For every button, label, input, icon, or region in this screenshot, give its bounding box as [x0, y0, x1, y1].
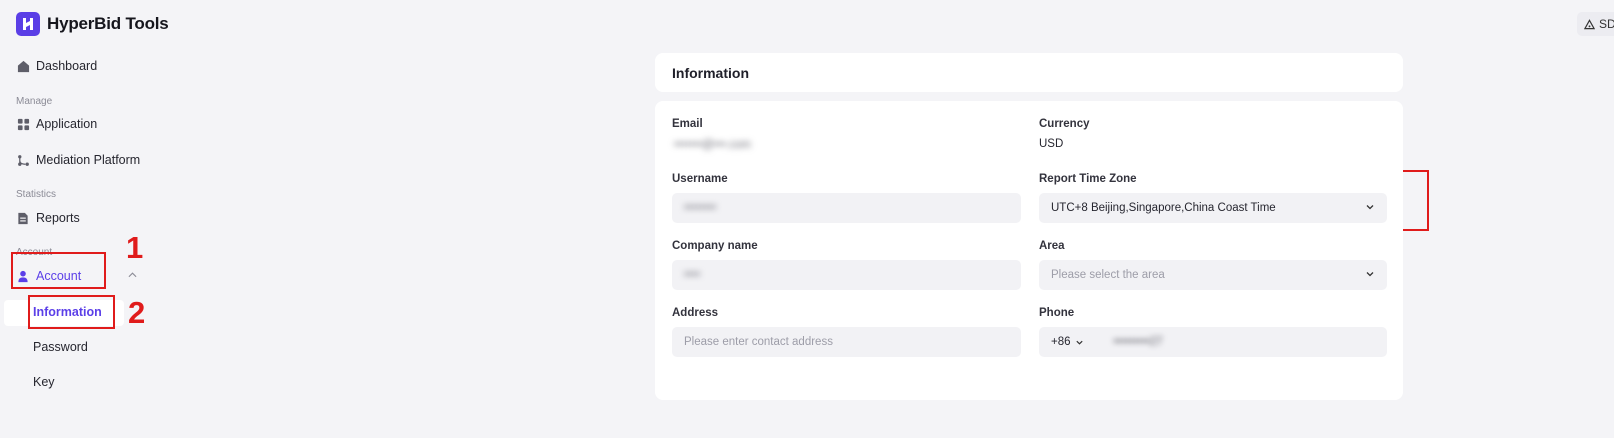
app-logo[interactable]: HyperBid Tools: [16, 12, 169, 36]
annotation-box-1: [11, 252, 106, 289]
annotation-number-2: 2: [128, 295, 146, 330]
sidebar-item-label: Mediation Platform: [36, 153, 141, 167]
email-value: •••••••@•••.com: [674, 139, 751, 151]
company-field[interactable]: ••••: [672, 260, 1021, 290]
address-placeholder: Please enter contact address: [684, 336, 833, 348]
chevron-up-icon[interactable]: [128, 272, 137, 278]
sidebar-item-label: Reports: [36, 211, 80, 225]
timezone-select[interactable]: UTC+8 Beijing,Singapore,China Coast Time: [1039, 193, 1387, 223]
company-label: Company name: [672, 240, 758, 252]
section-label-manage: Manage: [16, 96, 53, 107]
sidebar-item-reports[interactable]: Reports: [16, 208, 80, 228]
currency-label: Currency: [1039, 118, 1090, 130]
phone-field[interactable]: +86 •••••••••27: [1039, 327, 1387, 357]
phone-number-value: •••••••••27: [1113, 336, 1163, 348]
area-label: Area: [1039, 240, 1065, 252]
phone-code-select[interactable]: +86: [1051, 336, 1084, 348]
grid-icon: [16, 117, 30, 131]
report-icon: [16, 211, 30, 225]
information-form-card: Email •••••••@•••.com Currency USD Usern…: [655, 101, 1403, 400]
sidebar-item-label: Application: [36, 117, 98, 131]
annotation-box-2: [28, 295, 115, 329]
phone-label: Phone: [1039, 307, 1075, 319]
email-label: Email: [672, 118, 703, 130]
username-value: ••••••••: [684, 202, 717, 214]
phone-code-value: +86: [1051, 336, 1071, 348]
sidebar-item-application[interactable]: Application: [16, 114, 97, 134]
home-icon: [16, 59, 30, 73]
sdk-label: SD: [1599, 17, 1614, 31]
sidebar-subitem-password[interactable]: Password: [33, 340, 88, 354]
page-title: Information: [672, 65, 749, 81]
company-value: ••••: [684, 269, 701, 281]
area-placeholder: Please select the area: [1051, 269, 1165, 281]
branch-icon: [16, 153, 30, 167]
logo-icon: [16, 12, 40, 36]
address-label: Address: [672, 307, 719, 319]
address-field[interactable]: Please enter contact address: [672, 327, 1021, 357]
chevron-down-icon: [1075, 338, 1084, 347]
username-field[interactable]: ••••••••: [672, 193, 1021, 223]
sidebar-item-label: Dashboard: [36, 59, 98, 73]
area-select[interactable]: Please select the area: [1039, 260, 1387, 290]
sidebar-subitem-key[interactable]: Key: [33, 375, 55, 389]
currency-value: USD: [1039, 138, 1064, 150]
page-header-card: Information: [655, 53, 1403, 92]
sidebar-item-mediation[interactable]: Mediation Platform: [16, 150, 140, 170]
timezone-value: UTC+8 Beijing,Singapore,China Coast Time: [1051, 202, 1276, 214]
triangle-icon: [1584, 18, 1595, 30]
chevron-down-icon: [1365, 269, 1375, 282]
section-label-statistics: Statistics: [16, 189, 57, 200]
timezone-label: Report Time Zone: [1039, 173, 1137, 185]
app-name: HyperBid Tools: [47, 14, 169, 33]
annotation-number-1: 1: [126, 230, 144, 265]
username-label: Username: [672, 173, 728, 185]
sidebar-item-dashboard[interactable]: Dashboard: [16, 56, 97, 76]
sdk-button[interactable]: SD: [1577, 12, 1614, 36]
chevron-down-icon: [1365, 202, 1375, 215]
